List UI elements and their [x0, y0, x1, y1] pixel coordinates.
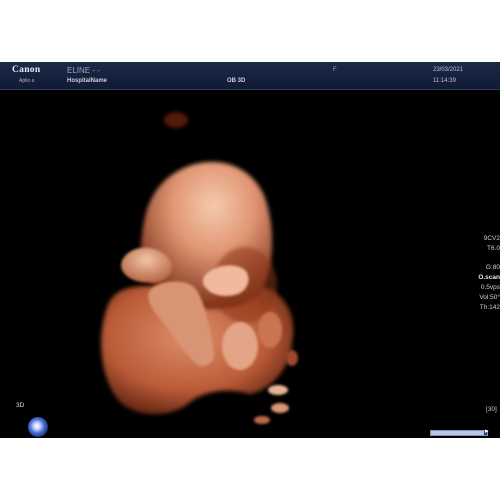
toe-fragment-1 [268, 385, 288, 395]
param-probe: 9CV2 [483, 235, 500, 242]
param-transmit: T6.0 [486, 245, 500, 252]
exam-date: 23/03/2021 [433, 67, 464, 73]
limb-fragment [254, 416, 270, 424]
device-model: Aplio a [19, 78, 35, 84]
param-volume: Vol:50° [479, 294, 500, 301]
frame-count: [30] [486, 406, 497, 413]
brand-logo: Canon [12, 65, 41, 75]
orientation-sphere-icon[interactable] [28, 417, 48, 437]
header-bar: Canon Aplio a ELINE - - HospitalName OB … [0, 62, 500, 90]
upper-speckle [164, 112, 188, 128]
param-scan-mode: O.scan [478, 274, 500, 281]
cine-progress-fill [431, 431, 485, 435]
cine-progress-bar[interactable] [430, 430, 488, 436]
knee [222, 322, 258, 370]
param-rate: 0.5vps [480, 284, 500, 291]
exam-time: 11:14:39 [433, 78, 456, 84]
foot [258, 312, 282, 348]
param-th: Th:142 [479, 304, 500, 311]
hospital-name: HospitalName [67, 78, 108, 84]
patient-sex: F [333, 67, 337, 73]
exam-mode: OB 3D [227, 78, 246, 84]
ultrasound-screen: Canon Aplio a ELINE - - HospitalName OB … [0, 62, 500, 438]
patient-name: ELINE - - [67, 66, 100, 75]
mode-3d-label: 3D [16, 402, 25, 409]
cine-marker-icon: ▸ [485, 428, 489, 435]
scan-parameters: 9CV2 T6.0 G:80 O.scan 0.5vps Vol:50° Th:… [460, 234, 500, 313]
small-fragment [286, 350, 298, 366]
toe-fragment-2 [271, 403, 289, 413]
param-gain: G:80 [485, 264, 500, 271]
fetal-3d-render [101, 112, 298, 424]
